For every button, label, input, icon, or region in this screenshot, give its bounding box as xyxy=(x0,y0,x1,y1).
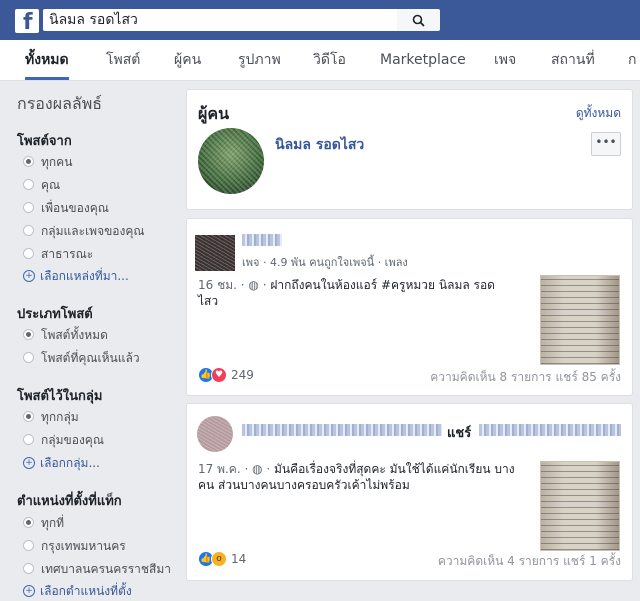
blurred-author-name[interactable] xyxy=(242,424,442,436)
filter-option-bangkok[interactable]: กรุงเทพมหานคร xyxy=(23,537,126,556)
filter-option-groups-pages[interactable]: กลุ่มและเพจของคุณ xyxy=(23,222,145,241)
post-card: เพจ · 4.9 พัน คนถูกใจเพจนี้ · เพลง 16 ชม… xyxy=(186,218,633,396)
tab-photos[interactable]: รูปภาพ xyxy=(238,40,281,80)
filter-option-all-groups[interactable]: ทุกกลุ่ม xyxy=(23,408,79,427)
link-label: เลือกกลุ่ม... xyxy=(40,456,100,470)
people-section-title: ผู้คน xyxy=(198,104,230,123)
tab-people[interactable]: ผู้คน xyxy=(174,40,201,80)
filter-option-public[interactable]: สาธารณะ xyxy=(23,245,93,264)
filter-heading-post-type: ประเภทโพสต์ xyxy=(17,307,93,322)
filter-heading-post-from: โพสต์จาก xyxy=(17,134,72,149)
tab-more[interactable]: ก xyxy=(628,40,636,80)
more-options-button[interactable]: ••• xyxy=(591,132,621,156)
post-photo[interactable] xyxy=(540,461,620,551)
radio-icon xyxy=(23,352,34,363)
choose-source-link[interactable]: + เลือกแหล่งที่มา... xyxy=(23,267,129,286)
tab-videos[interactable]: วิดีโอ xyxy=(313,40,346,80)
radio-selected-icon xyxy=(23,156,34,167)
search-input[interactable]: นิลมล รอดไสว xyxy=(43,9,397,31)
option-label: สาธารณะ xyxy=(41,247,94,261)
globe-icon: ◍ · xyxy=(252,462,275,476)
radio-icon xyxy=(23,563,34,574)
post-content: 17 พ.ค. · ◍ · มันคือเรื่องจริงที่สุดคะ ม… xyxy=(198,461,518,493)
blurred-shared-source[interactable] xyxy=(479,424,621,436)
plus-icon: + xyxy=(23,269,35,282)
see-all-link[interactable]: ดูทั้งหมด xyxy=(576,104,621,123)
results-tabs: ทั้งหมด โพสต์ ผู้คน รูปภาพ วิดีโอ Market… xyxy=(0,40,640,81)
plus-icon: + xyxy=(23,584,35,597)
logo-letter: f xyxy=(23,10,33,35)
filter-option-your-groups[interactable]: กลุ่มของคุณ xyxy=(23,431,104,450)
post-stats[interactable]: ความคิดเห็น 4 รายการ แชร์ 1 ครั้ง xyxy=(438,552,621,571)
option-label: กรุงเทพมหานคร xyxy=(41,539,126,553)
filter-option-nakhon-ratchasima[interactable]: เทศบาลนครนครราชสีมา xyxy=(23,560,171,579)
radio-icon xyxy=(23,434,34,445)
radio-icon xyxy=(23,202,34,213)
post-photo[interactable] xyxy=(540,275,620,365)
top-bar: f นิลมล รอดไสว xyxy=(0,0,640,40)
option-label: ทุกที่ xyxy=(41,516,65,530)
tab-marketplace[interactable]: Marketplace xyxy=(380,40,466,80)
tab-pages[interactable]: เพจ xyxy=(494,40,516,80)
filter-heading-tagged-location: ตำแหน่งที่ตั้งที่แท็ก xyxy=(17,494,122,509)
option-label: ทุกคน xyxy=(41,155,73,169)
post-timestamp[interactable]: 17 พ.ค. · xyxy=(198,462,252,476)
people-card: ผู้คน ดูทั้งหมด นิลมล รอดไสว ••• xyxy=(186,89,633,210)
radio-selected-icon xyxy=(23,517,34,528)
option-label: กลุ่มของคุณ xyxy=(41,433,104,447)
option-label: เทศบาลนครนครราชสีมา xyxy=(41,562,171,576)
choose-group-link[interactable]: + เลือกกลุ่ม... xyxy=(23,454,100,473)
reactions-summary[interactable]: 👍 ♥ 249 xyxy=(198,367,268,383)
avatar[interactable] xyxy=(198,128,264,194)
tab-all[interactable]: ทั้งหมด xyxy=(25,40,69,80)
shared-label: แชร์ xyxy=(447,426,472,441)
link-label: เลือกตำแหน่งที่ตั้ง xyxy=(40,584,132,598)
wow-reaction-icon: o xyxy=(211,551,227,567)
page-meta: เพจ · 4.9 พัน คนถูกใจเพจนี้ · เพลง xyxy=(242,256,408,269)
filter-option-all-posts[interactable]: โพสต์ทั้งหมด xyxy=(23,326,108,345)
person-name-link[interactable]: นิลมล รอดไสว xyxy=(275,134,364,156)
filter-option-seen-posts[interactable]: โพสต์ที่คุณเห็นแล้ว xyxy=(23,349,140,368)
option-label: กลุ่มและเพจของคุณ xyxy=(41,224,145,238)
love-reaction-icon: ♥ xyxy=(211,367,227,383)
avatar[interactable] xyxy=(197,416,233,452)
post-content: 16 ชม. · ◍ · ฝากถึงคนในห้องแอร์ #ครูหมวย… xyxy=(198,277,518,309)
radio-selected-icon xyxy=(23,411,34,422)
radio-icon xyxy=(23,540,34,551)
plus-icon: + xyxy=(23,456,35,469)
reaction-count: 249 xyxy=(231,368,254,382)
reactions-summary[interactable]: 👍 o 14 xyxy=(198,551,268,567)
option-label: โพสต์ที่คุณเห็นแล้ว xyxy=(41,351,140,365)
link-label: เลือกแหล่งที่มา... xyxy=(40,269,129,283)
filter-option-friends[interactable]: เพื่อนของคุณ xyxy=(23,199,109,218)
option-label: ทุกกลุ่ม xyxy=(41,410,79,424)
search-button[interactable] xyxy=(397,9,440,31)
filter-heading-posted-in-group: โพสต์ไว้ในกลุ่ม xyxy=(17,389,103,404)
reaction-count: 14 xyxy=(231,552,247,566)
filter-option-everyone[interactable]: ทุกคน xyxy=(23,153,72,172)
page-avatar[interactable] xyxy=(195,235,235,271)
filter-option-you[interactable]: คุณ xyxy=(23,176,60,195)
post-card: แชร์ 17 พ.ค. · ◍ · มันคือเรื่องจริงที่สุ… xyxy=(186,403,633,581)
globe-icon: ◍ · xyxy=(248,278,271,292)
radio-selected-icon xyxy=(23,329,34,340)
radio-icon xyxy=(23,225,34,236)
search-icon xyxy=(412,14,425,27)
post-stats[interactable]: ความคิดเห็น 8 รายการ แชร์ 85 ครั้ง xyxy=(430,368,621,387)
radio-icon xyxy=(23,248,34,259)
tab-places[interactable]: สถานที่ xyxy=(551,40,595,80)
radio-icon xyxy=(23,179,34,190)
choose-location-link[interactable]: + เลือกตำแหน่งที่ตั้ง xyxy=(23,582,132,601)
option-label: โพสต์ทั้งหมด xyxy=(41,328,108,342)
facebook-logo-icon[interactable]: f xyxy=(15,9,39,35)
option-label: เพื่อนของคุณ xyxy=(41,201,109,215)
option-label: คุณ xyxy=(41,178,61,192)
blurred-page-name[interactable] xyxy=(242,234,282,246)
filter-option-anywhere[interactable]: ทุกที่ xyxy=(23,514,64,533)
filter-title: กรองผลลัพธ์ xyxy=(17,94,102,113)
tab-posts[interactable]: โพสต์ xyxy=(106,40,140,80)
post-timestamp[interactable]: 16 ชม. · xyxy=(198,278,248,292)
